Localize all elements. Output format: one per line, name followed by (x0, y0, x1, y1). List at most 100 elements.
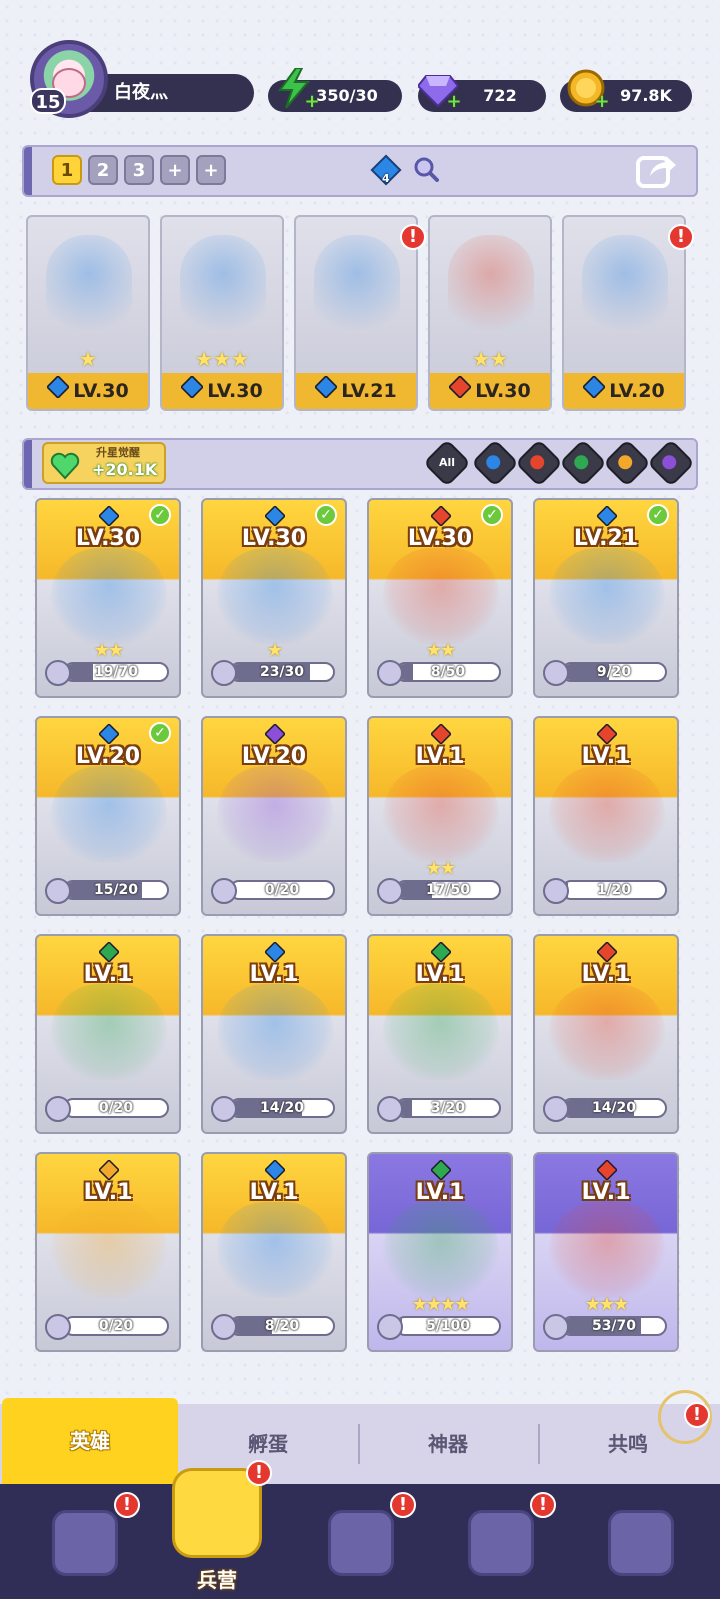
team-hero-card[interactable]: ★★★ LV.30 (160, 215, 284, 411)
hero-card[interactable]: ✓ LV.20 15/20 (35, 716, 181, 916)
hero-portrait (383, 984, 499, 1080)
shard-progress-bar: 0/20 (63, 1098, 169, 1118)
fire-element-icon (596, 1159, 618, 1181)
hero-stars: ★★★★ (411, 1294, 471, 1315)
map-icon (328, 1510, 394, 1576)
hero-card[interactable]: LV.1 1/20 (533, 716, 679, 916)
shard-count: 8/20 (264, 1318, 300, 1334)
team-hero-card[interactable]: LV.20 (562, 215, 686, 411)
nav-alert-badge: ! (246, 1460, 272, 1486)
team-hero-level: LV.30 (162, 373, 282, 409)
shard-progress-bar: 8/20 (229, 1316, 335, 1336)
hero-card[interactable]: ✓ LV.30 ★ 23/30 (201, 498, 347, 698)
team-hero-level: LV.20 (564, 373, 684, 409)
dark-element-icon (264, 723, 286, 745)
shard-count: 53/70 (591, 1318, 637, 1334)
team-badge-count: 4 (382, 172, 390, 185)
hero-stars: ★★ (425, 858, 456, 879)
hero-card[interactable]: ✓ LV.30 ★★ 19/70 (35, 498, 181, 698)
checkmark-icon: ✓ (481, 504, 503, 526)
nav-guild[interactable] (580, 1494, 700, 1594)
hero-portrait (549, 766, 665, 862)
team-hero-card[interactable]: LV.21 (294, 215, 418, 411)
hero-portrait (549, 984, 665, 1080)
water-element-icon (264, 1159, 286, 1181)
share-icon[interactable] (636, 150, 678, 190)
hero-card[interactable]: ✓ LV.30 ★★ 8/50 (367, 498, 513, 698)
cards-icon (52, 1510, 118, 1576)
hero-portrait (217, 548, 333, 644)
water-element-icon (596, 505, 618, 527)
hero-card[interactable]: LV.1 ★★ 17/50 (367, 716, 513, 916)
shard-progress-bar: 5/100 (395, 1316, 501, 1336)
hero-portrait (51, 1202, 167, 1298)
hero-level: LV.1 (581, 962, 631, 987)
diamond-icon[interactable]: + (416, 68, 462, 111)
hero-portrait (314, 235, 400, 345)
hero-card[interactable]: LV.1 3/20 (367, 934, 513, 1134)
nav-barracks[interactable]: 兵营! (158, 1458, 276, 1599)
team-hero-card[interactable]: ★ LV.30 (26, 215, 150, 411)
team-hero-level: LV.21 (296, 373, 416, 409)
hero-level: LV.1 (83, 1180, 133, 1205)
nav-shop[interactable]: ! (440, 1492, 560, 1594)
search-icon[interactable] (412, 155, 440, 183)
nav-label: 兵营 (197, 1568, 237, 1592)
shard-icon (45, 660, 71, 686)
water-element-icon (582, 374, 607, 410)
team-hero-card[interactable]: ★★ LV.30 (428, 215, 552, 411)
nav-cards[interactable]: ! (24, 1492, 144, 1594)
team-slot-add-1[interactable]: + (160, 155, 190, 185)
hero-card[interactable]: LV.1 ★★★★ 5/100 (367, 1152, 513, 1352)
hero-level: LV.30 (241, 526, 307, 551)
hero-portrait (51, 548, 167, 644)
team-slot-1[interactable]: 1 (52, 155, 82, 185)
hero-card[interactable]: LV.1 8/20 (201, 1152, 347, 1352)
fire-element-icon (430, 723, 452, 745)
tab-artifacts[interactable]: 神器 (360, 1404, 536, 1484)
team-slot-2[interactable]: 2 (88, 155, 118, 185)
hero-card[interactable]: ✓ LV.21 9/20 (533, 498, 679, 698)
hero-card[interactable]: LV.20 0/20 (201, 716, 347, 916)
hero-card[interactable]: LV.1 ★★★ 53/70 (533, 1152, 679, 1352)
nav-map[interactable]: ! (300, 1492, 420, 1594)
tab-heroes[interactable]: 英雄 (2, 1398, 178, 1484)
shard-icon (211, 1096, 237, 1122)
hero-level: LV.1 (415, 1180, 465, 1205)
fire-element-icon (596, 941, 618, 963)
hero-portrait (180, 235, 266, 345)
hero-card[interactable]: LV.1 14/20 (533, 934, 679, 1134)
hero-card[interactable]: LV.1 14/20 (201, 934, 347, 1134)
shard-progress-bar: 53/70 (561, 1316, 667, 1336)
hero-level: LV.1 (581, 1180, 631, 1205)
hero-level: LV.1 (83, 962, 133, 987)
team-slot-3[interactable]: 3 (124, 155, 154, 185)
hero-card[interactable]: LV.1 0/20 (35, 934, 181, 1134)
hero-stars: ★★ (93, 640, 124, 661)
shard-icon (543, 1314, 569, 1340)
team-alert-badge: ! (668, 224, 694, 250)
shard-icon (211, 1314, 237, 1340)
hero-level: LV.20 (241, 744, 307, 769)
team-slot-add-2[interactable]: + (196, 155, 226, 185)
lightning-icon[interactable]: + (276, 67, 320, 111)
hero-portrait (217, 984, 333, 1080)
shard-count: 9/20 (596, 664, 632, 680)
add-coins-icon[interactable]: + (594, 93, 610, 111)
add-energy-icon[interactable]: + (304, 93, 320, 111)
shard-count: 0/20 (264, 882, 300, 898)
shard-progress-bar: 9/20 (561, 662, 667, 682)
hero-card[interactable]: LV.1 0/20 (35, 1152, 181, 1352)
coin-icon[interactable]: + (566, 68, 610, 111)
fire-element-icon (448, 374, 473, 410)
shard-progress-bar: 14/20 (229, 1098, 335, 1118)
hero-level: LV.1 (249, 1180, 299, 1205)
shard-progress-bar: 15/20 (63, 880, 169, 900)
hero-level: LV.1 (415, 744, 465, 769)
add-gems-icon[interactable]: + (446, 93, 462, 111)
nav-alert-badge: ! (530, 1492, 556, 1518)
shard-icon (377, 878, 403, 904)
hero-portrait (582, 235, 668, 345)
hero-portrait (383, 1202, 499, 1298)
hero-stars: ★★ (472, 347, 508, 371)
